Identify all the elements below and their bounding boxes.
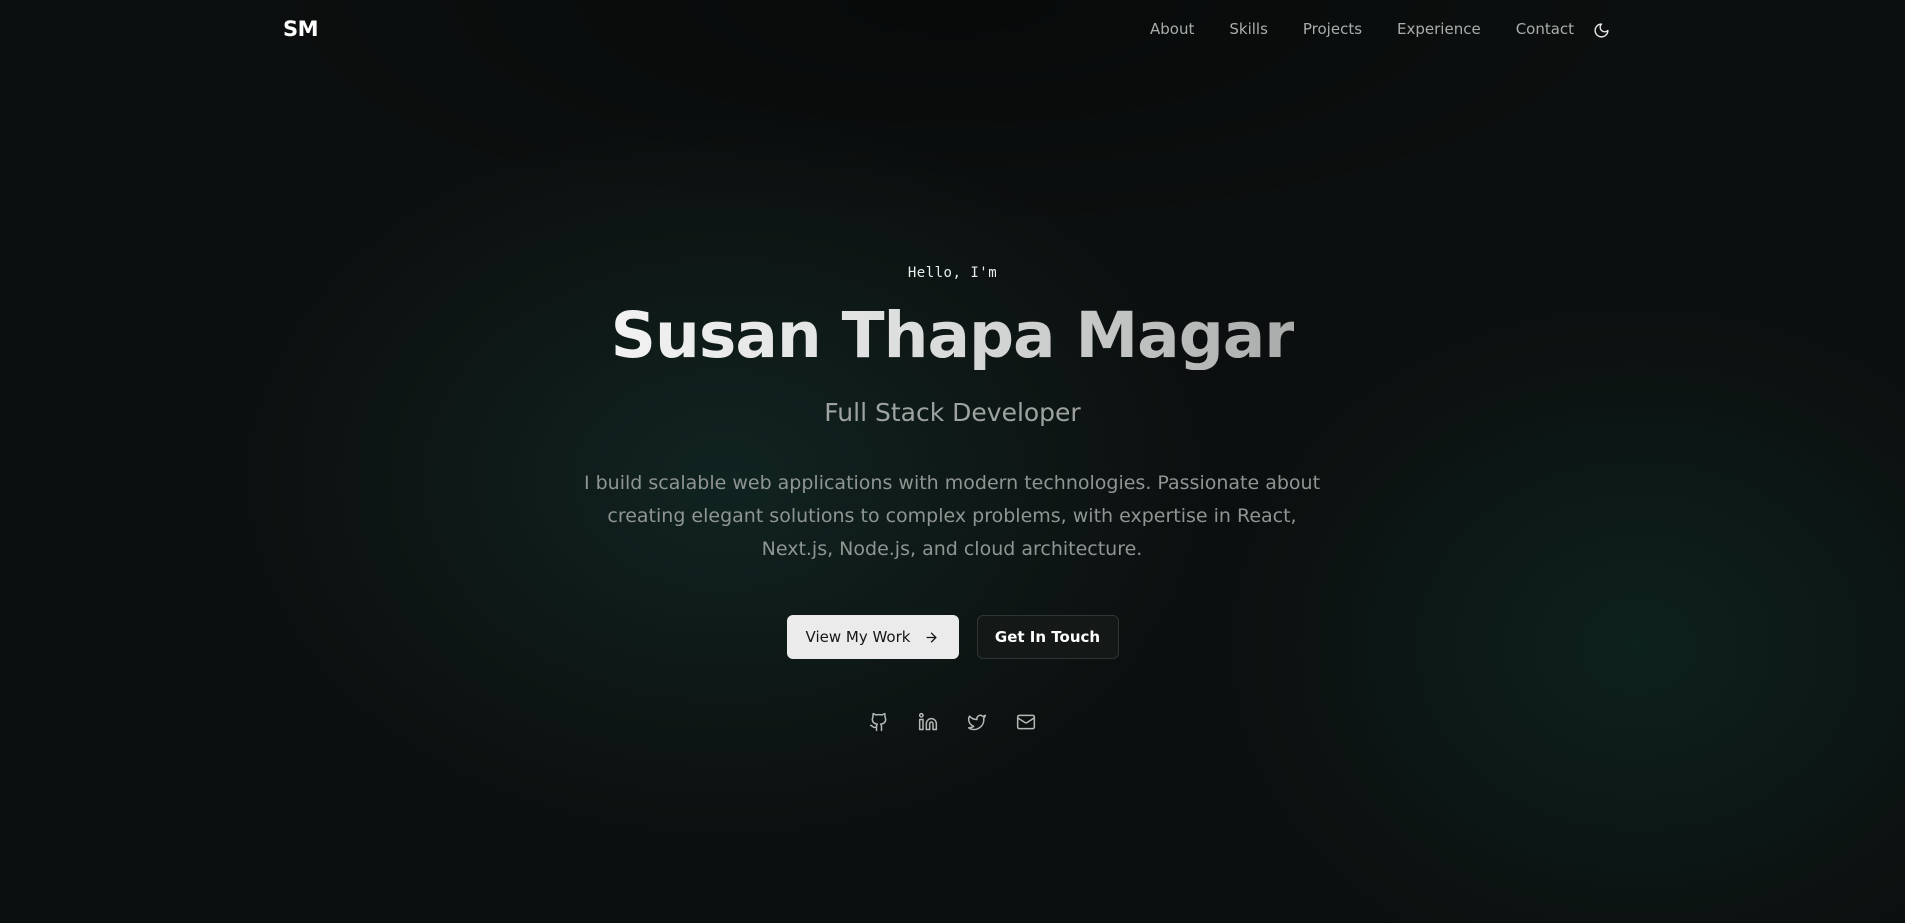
mail-icon [1016,712,1036,732]
hero-bio: I build scalable web applications with m… [583,472,1321,560]
hero-name-text: Susan Thapa Magar [610,300,1296,370]
hero-greeting: Hello, I'm [907,265,998,281]
view-my-work-button[interactable]: View My Work [786,615,959,659]
twitter-link[interactable] [965,710,989,734]
github-icon [869,712,889,732]
cta-row: View My Work Get In Touch [0,615,1905,659]
arrow-right-icon [924,630,939,645]
twitter-icon [967,712,987,732]
email-link[interactable] [1014,710,1038,734]
view-my-work-label: View My Work [805,628,911,646]
hero-section: Hello, I'm Susan Thapa Magar Full Stack … [0,0,1905,923]
get-in-touch-button[interactable]: Get In Touch [976,615,1119,659]
linkedin-icon [918,712,938,732]
github-link[interactable] [867,710,891,734]
hero-role: Full Stack Developer [824,398,1081,427]
hero-name: Susan Thapa Magar [0,300,1905,370]
linkedin-link[interactable] [916,710,940,734]
social-links [0,710,1905,734]
